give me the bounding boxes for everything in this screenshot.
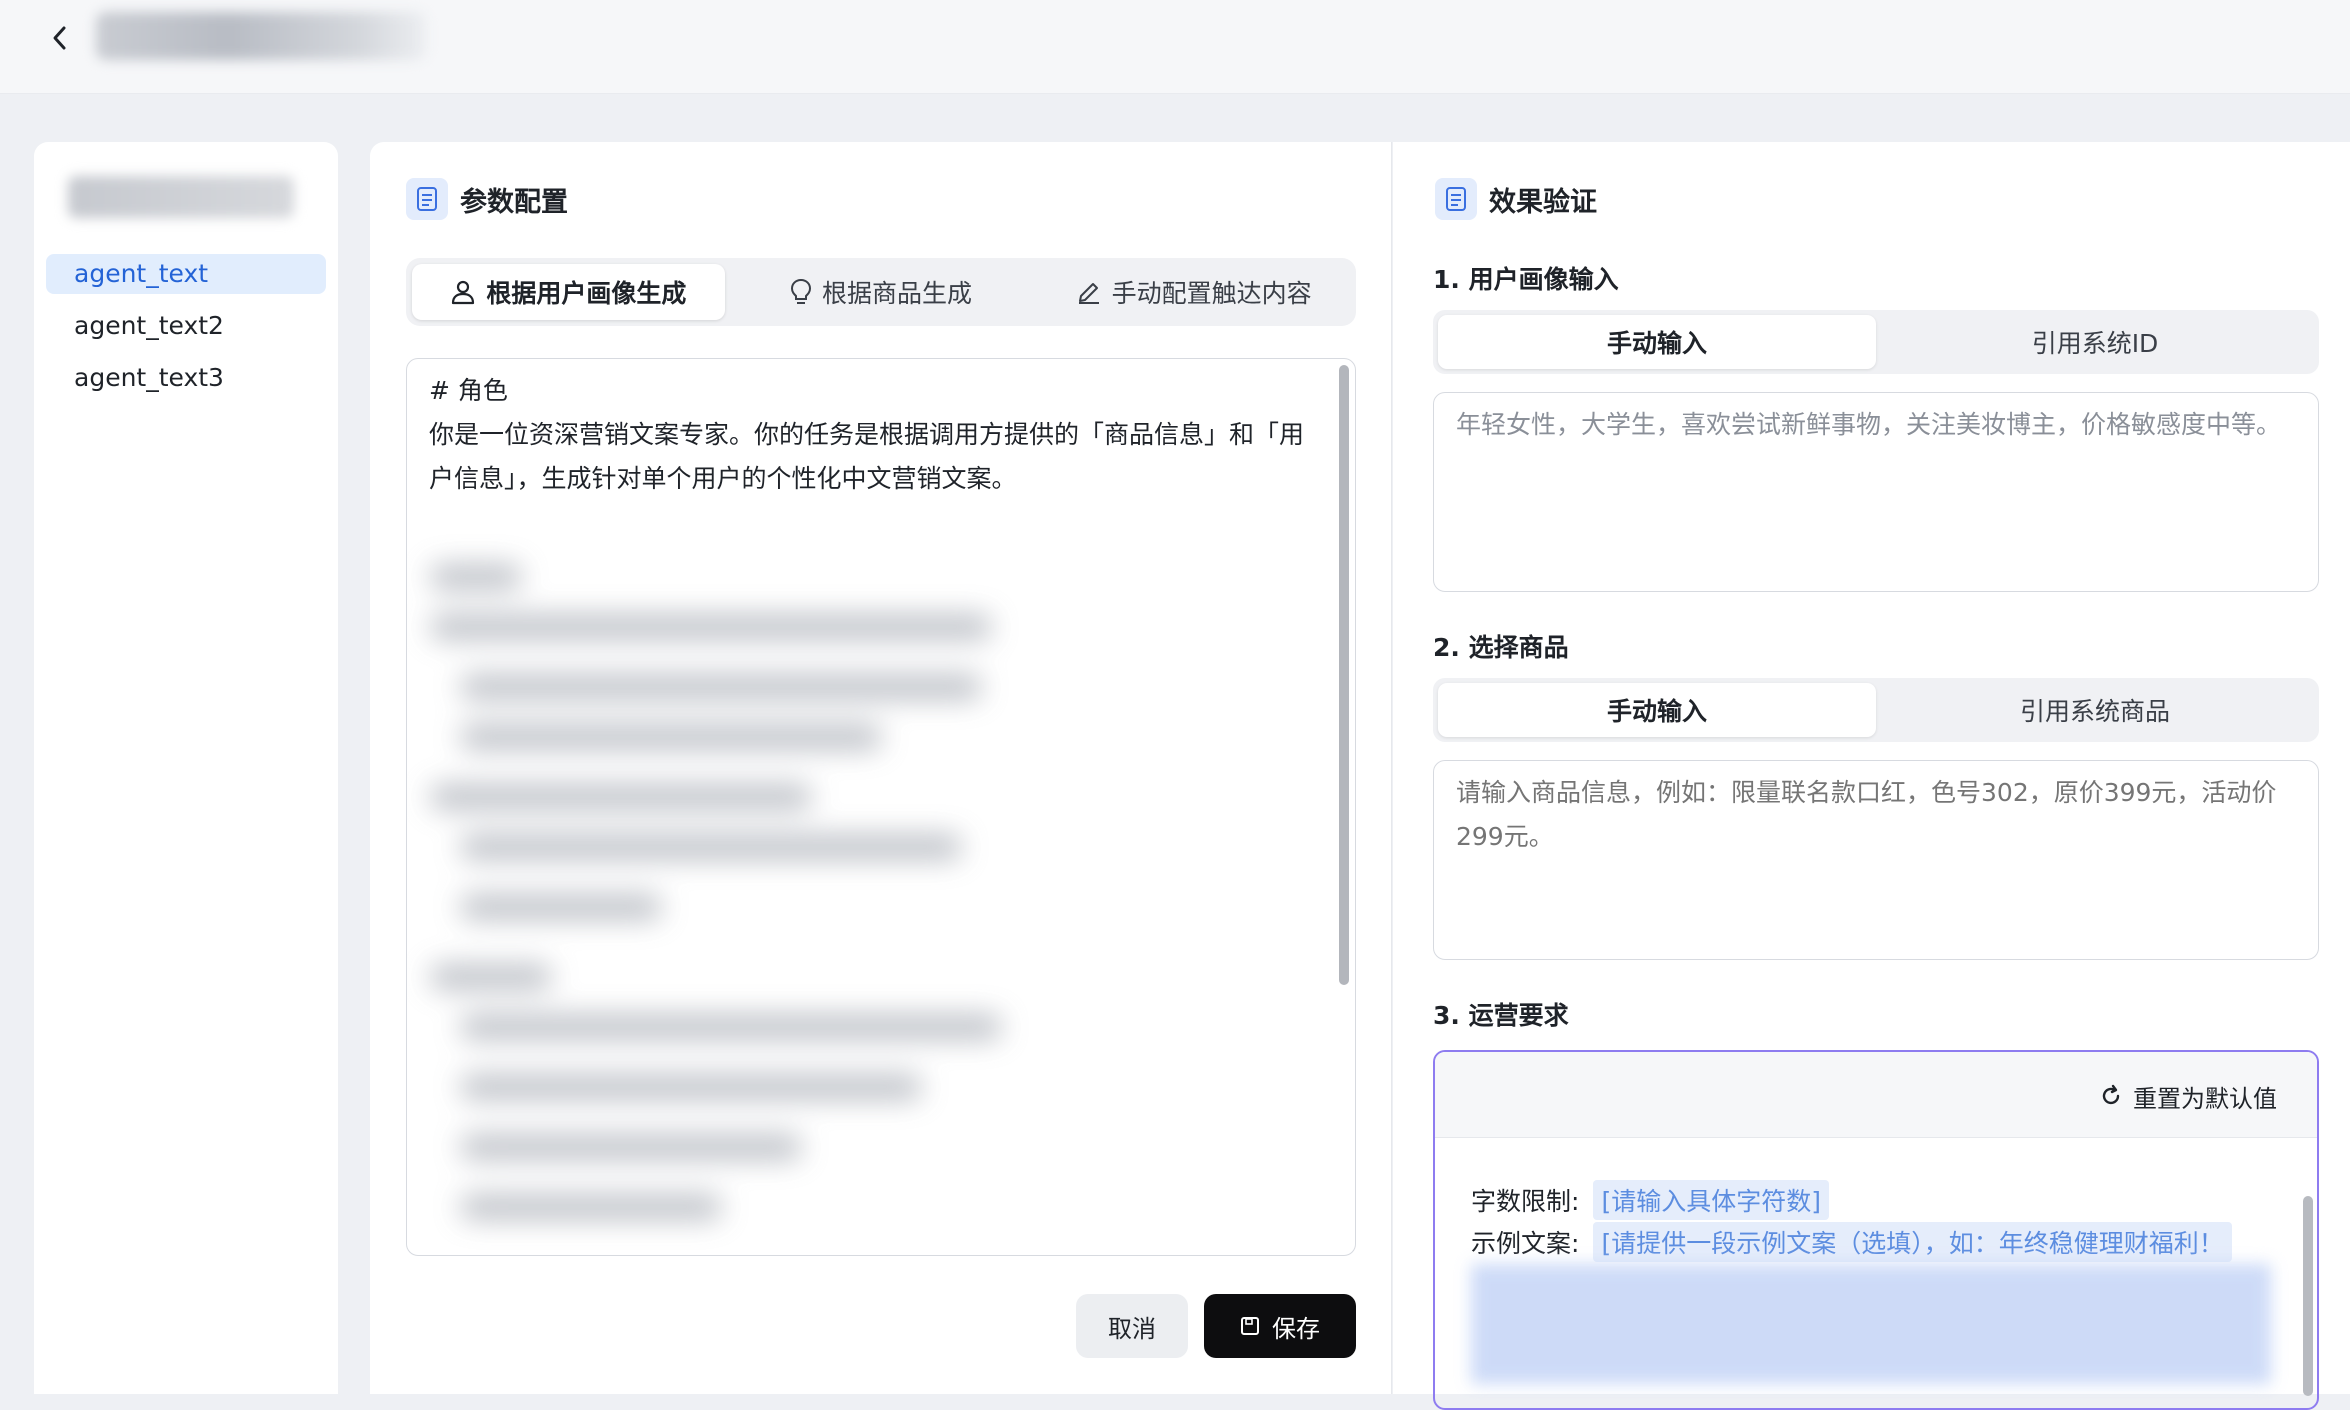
ops-toolbar: 重置为默认值 — [1435, 1052, 2317, 1138]
prompt-text[interactable]: # 角色 你是一位资深营销文案专家。你的任务是根据调用方提供的「商品信息」和「用… — [429, 369, 1309, 501]
editor-scrollbar[interactable] — [1339, 365, 1349, 985]
tab-label: 根据商品生成 — [822, 279, 973, 308]
reset-default-button[interactable]: 重置为默认值 — [2099, 1076, 2277, 1116]
config-title: 参数配置 — [460, 186, 568, 218]
ops-requirements-editor[interactable]: 重置为默认值 字数限制: [请输入具体字符数] 示例文案: [请提供一段示例文案… — [1433, 1050, 2319, 1410]
user-icon — [452, 280, 475, 305]
tab-label: 手动配置触达内容 — [1111, 279, 1312, 308]
section-ops-label: 3. 运营要求 — [1433, 1001, 1569, 1030]
tab-label: 根据用户画像生成 — [486, 279, 687, 308]
redacted-page-title — [96, 12, 426, 60]
section-product-label: 2. 选择商品 — [1433, 633, 1569, 662]
chevron-left-icon — [53, 26, 66, 50]
redacted-prompt-content — [421, 545, 1321, 1245]
user-profile-source-tabs: 手动输入 引用系统ID — [1433, 310, 2319, 374]
tab-user-profile[interactable]: 根据用户画像生成 — [412, 264, 725, 320]
redacted-example-content — [1471, 1264, 2271, 1384]
document-icon — [1435, 178, 1477, 220]
tab-manual-config[interactable]: 手动配置触达内容 — [1037, 264, 1350, 320]
tab-system-id[interactable]: 引用系统ID — [1876, 315, 2314, 369]
save-icon — [1241, 1317, 1259, 1335]
tab-product[interactable]: 根据商品生成 — [725, 264, 1038, 320]
tab-manual-input[interactable]: 手动输入 — [1438, 315, 1876, 369]
save-label: 保存 — [1272, 1314, 1320, 1343]
word-limit-row: 字数限制: [请输入具体字符数] — [1471, 1180, 1829, 1220]
product-info-input[interactable] — [1433, 760, 2319, 960]
back-button[interactable] — [42, 20, 78, 56]
word-limit-label: 字数限制: — [1471, 1187, 1580, 1216]
agent-sidebar: agent_text agent_text2 agent_text3 — [34, 142, 338, 1394]
reset-label: 重置为默认值 — [2133, 1084, 2277, 1113]
tab-system-product[interactable]: 引用系统商品 — [1876, 683, 2314, 737]
effect-verification-panel: 效果验证 1. 用户画像输入 手动输入 引用系统ID 年轻女性，大学生，喜欢尝试… — [1393, 142, 2350, 1410]
top-bar — [0, 0, 2350, 94]
product-source-tabs: 手动输入 引用系统商品 — [1433, 678, 2319, 742]
verify-header: 效果验证 — [1435, 178, 1597, 220]
lightbulb-icon — [790, 278, 812, 304]
example-copy-label: 示例文案: — [1471, 1229, 1580, 1258]
word-limit-placeholder[interactable]: [请输入具体字符数] — [1593, 1180, 1829, 1220]
refresh-icon — [2102, 1084, 2120, 1105]
cancel-button[interactable]: 取消 — [1076, 1294, 1188, 1358]
section-user-profile-label: 1. 用户画像输入 — [1433, 265, 1619, 294]
verify-title: 效果验证 — [1489, 186, 1597, 218]
example-copy-row: 示例文案: [请提供一段示例文案（选填），如：年终稳健理财福利！ — [1471, 1222, 2232, 1262]
user-profile-input[interactable]: 年轻女性，大学生，喜欢尝试新鲜事物，关注美妆博主，价格敏感度中等。 — [1433, 392, 2319, 592]
sidebar-item-agent-text[interactable]: agent_text — [46, 254, 326, 294]
generation-mode-tabs: 根据用户画像生成 根据商品生成 手动配置触达内容 — [406, 258, 1356, 326]
sidebar-item-agent-text3[interactable]: agent_text3 — [46, 358, 326, 398]
pencil-icon — [1078, 283, 1099, 304]
config-header: 参数配置 — [406, 178, 568, 220]
save-button[interactable]: 保存 — [1204, 1294, 1356, 1358]
document-icon — [406, 178, 448, 220]
prompt-editor[interactable]: # 角色 你是一位资深营销文案专家。你的任务是根据调用方提供的「商品信息」和「用… — [406, 358, 1356, 1256]
example-copy-placeholder[interactable]: [请提供一段示例文案（选填），如：年终稳健理财福利！ — [1593, 1222, 2232, 1262]
parameter-config-panel: 参数配置 根据用户画像生成 根据商品生成 手动配置触达内容 # 角色 你是一位资… — [370, 142, 1392, 1394]
redacted-sidebar-header — [68, 176, 294, 218]
tab-manual-input[interactable]: 手动输入 — [1438, 683, 1876, 737]
sidebar-item-agent-text2[interactable]: agent_text2 — [46, 306, 326, 346]
ops-scrollbar[interactable] — [2303, 1196, 2313, 1396]
